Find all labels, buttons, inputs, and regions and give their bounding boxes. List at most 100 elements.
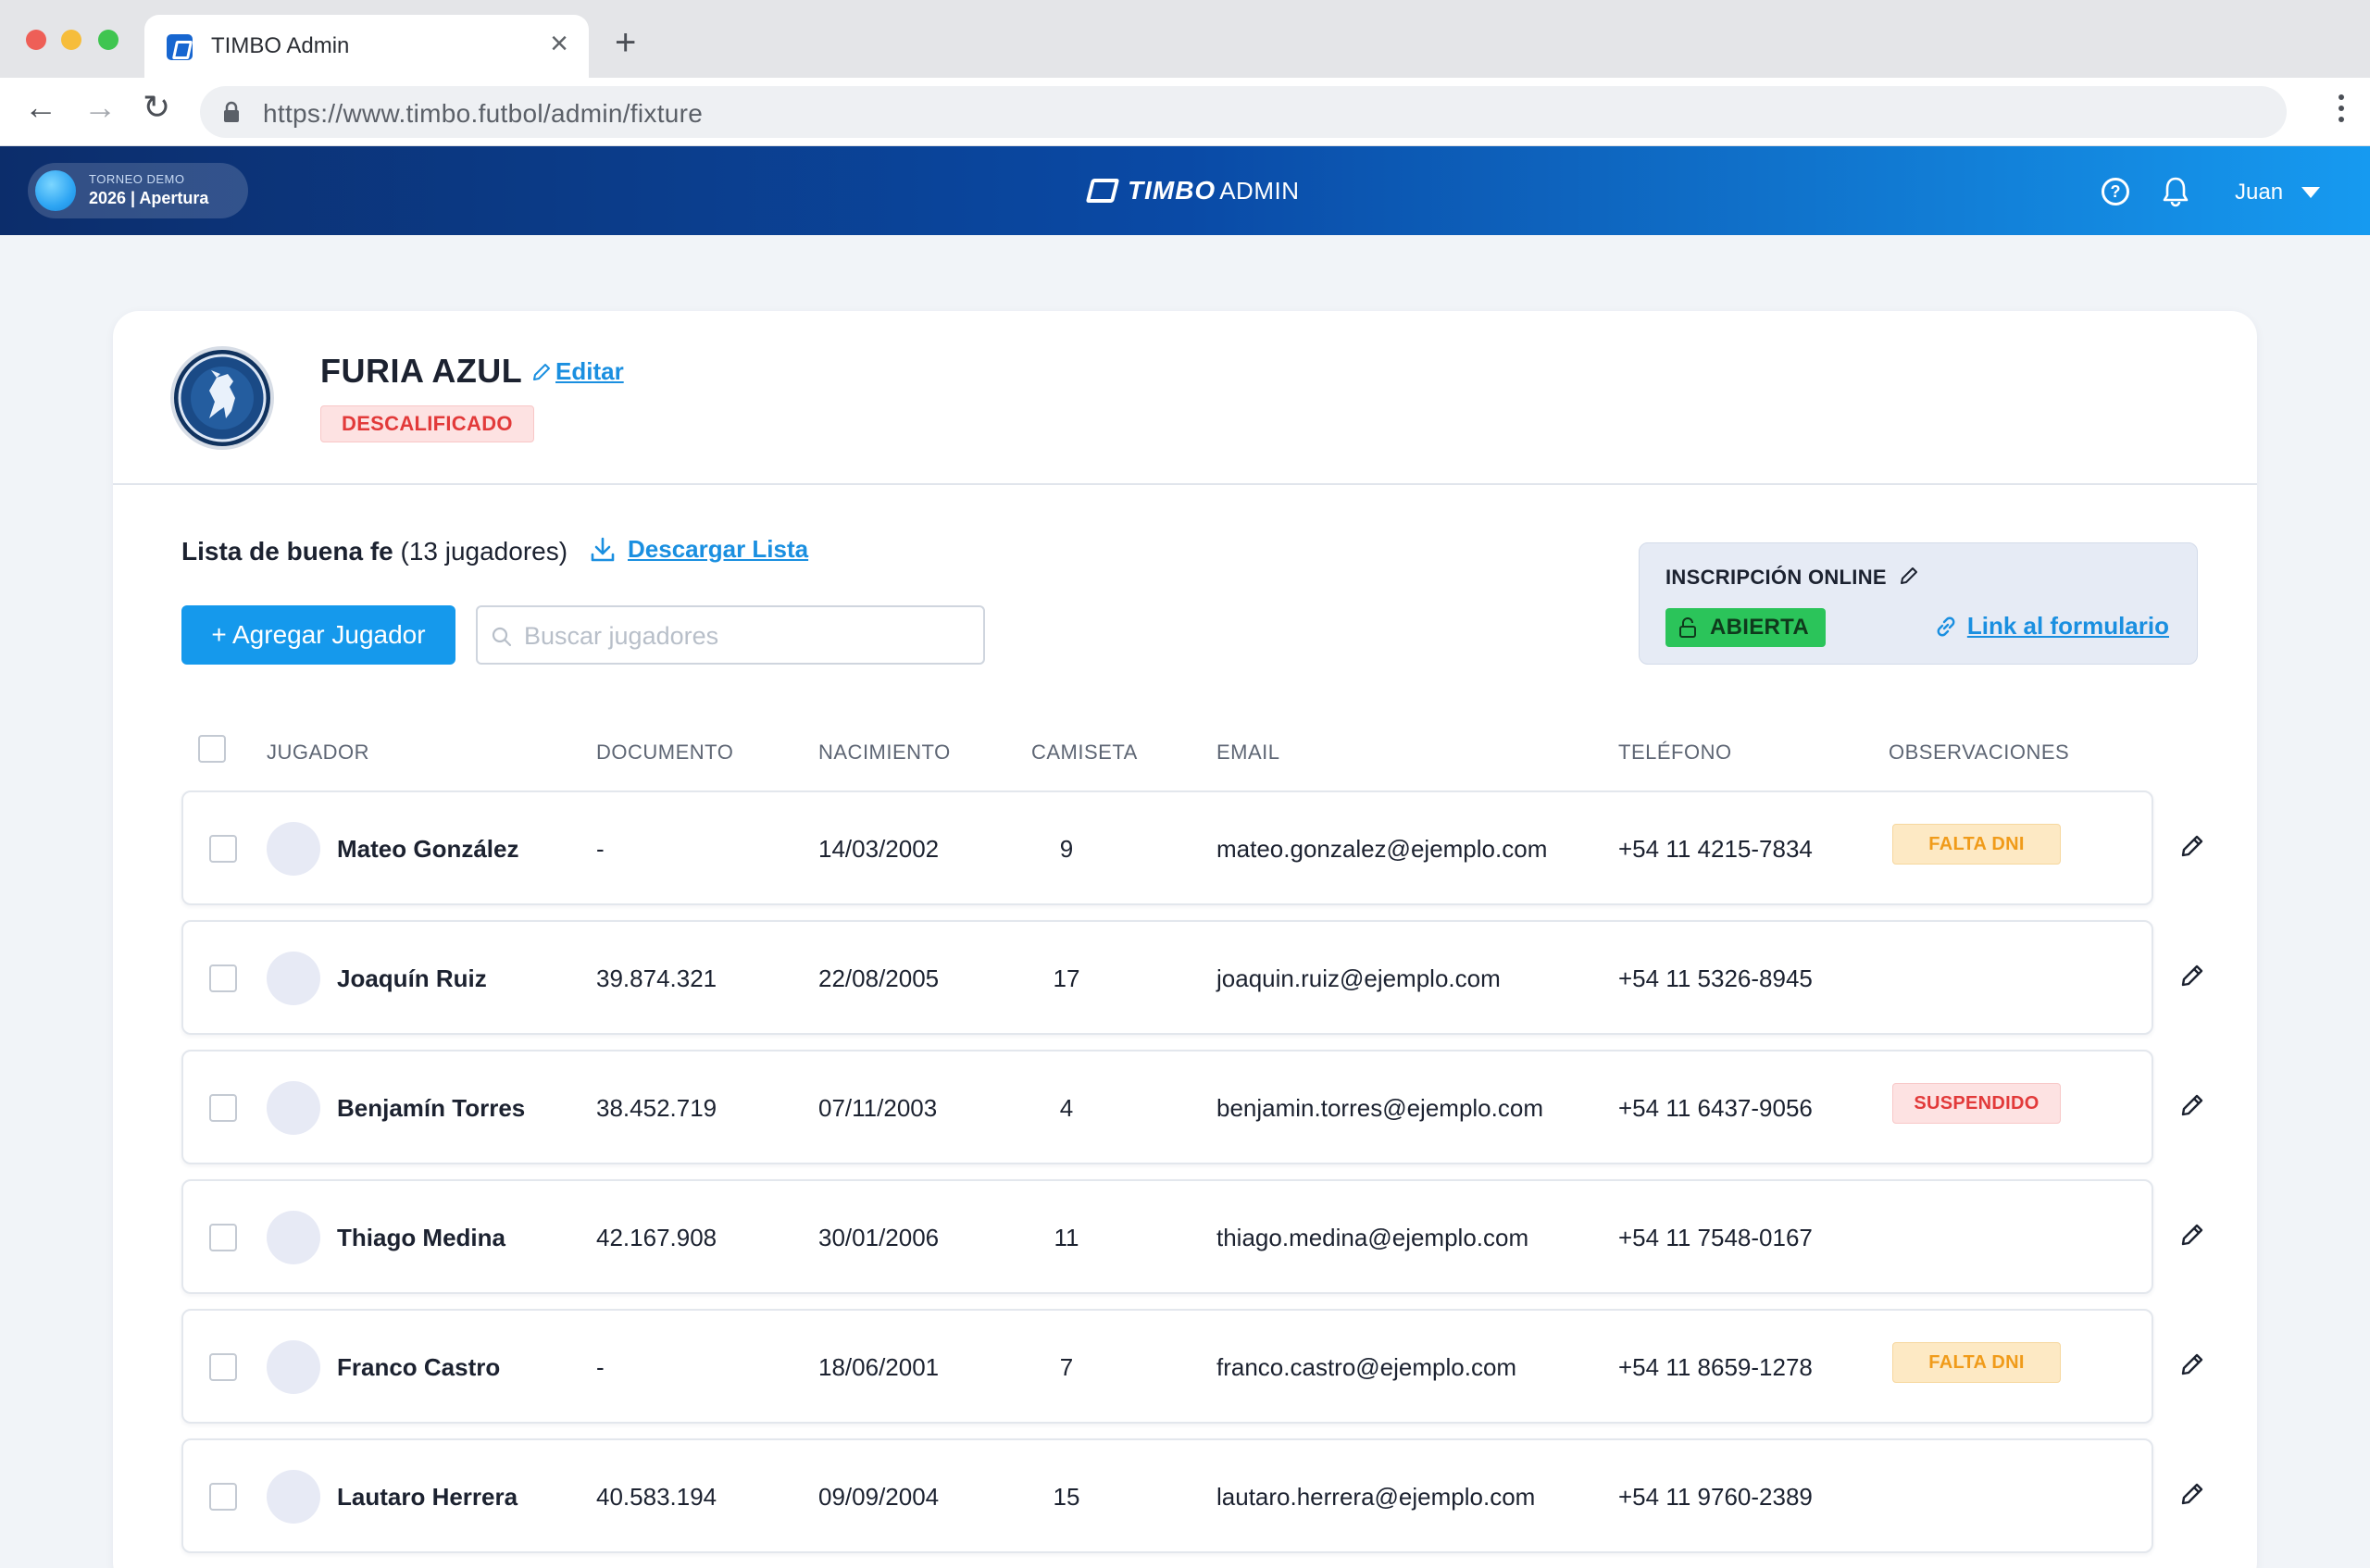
reload-icon[interactable]: ↻	[143, 91, 170, 124]
team-card: FURIA AZUL Editar DESCALIFICADO Lista de…	[113, 311, 2257, 1568]
browser-tab[interactable]: TIMBO Admin ×	[144, 15, 589, 78]
address-bar[interactable]: https://www.timbo.futbol/admin/fixture	[200, 86, 2287, 138]
unlock-icon	[1679, 617, 1696, 638]
link-icon	[1937, 616, 1955, 636]
edit-player-pencil-icon[interactable]	[2179, 1351, 2205, 1377]
table-row[interactable]: Lautaro Herrera 40.583.194 09/09/2004 15 lau…	[181, 1438, 2153, 1553]
player-document: 42.167.908	[596, 1224, 717, 1251]
player-phone: +54 11 5326-8945	[1618, 964, 1813, 992]
season-avatar	[35, 170, 76, 211]
back-arrow-icon[interactable]: ←	[24, 91, 57, 124]
select-all-checkbox[interactable]	[198, 735, 226, 763]
player-birthdate: 22/08/2005	[818, 964, 940, 992]
player-birthdate: 14/03/2002	[818, 835, 940, 863]
row-checkbox[interactable]	[209, 1483, 237, 1511]
season-label: 2026 | Apertura	[89, 189, 209, 207]
add-player-button[interactable]: + Agregar Jugador	[181, 605, 455, 665]
online-registration-panel: INSCRIPCIÓN ONLINE ABIERTA Link al formu…	[1639, 542, 2198, 665]
player-email: joaquin.ruiz@ejemplo.com	[1216, 964, 1501, 992]
bell-icon[interactable]	[2161, 176, 2190, 207]
edit-team-link[interactable]: Editar	[531, 357, 624, 386]
app-header: TORNEO DEMO 2026 | Apertura TIMBO ADMIN …	[0, 146, 2370, 235]
edit-player-pencil-icon[interactable]	[2179, 1481, 2205, 1507]
pencil-icon[interactable]	[1899, 566, 1919, 586]
player-email: lautaro.herrera@ejemplo.com	[1216, 1483, 1536, 1511]
avatar	[267, 1081, 320, 1135]
player-email: thiago.medina@ejemplo.com	[1216, 1224, 1529, 1251]
column-header[interactable]: JUGADOR	[267, 740, 369, 765]
browser-toolbar: ← → ↻ https://www.timbo.futbol/admin/fix…	[0, 78, 2370, 146]
column-header[interactable]: DOCUMENTO	[596, 740, 733, 765]
observation-badge: FALTA DNI	[1892, 1342, 2061, 1383]
tab-title: TIMBO Admin	[211, 33, 350, 58]
player-phone: +54 11 8659-1278	[1618, 1353, 1813, 1381]
edit-player-pencil-icon[interactable]	[2179, 833, 2205, 859]
row-checkbox[interactable]	[209, 835, 237, 863]
browser-tab-strip: TIMBO Admin × +	[0, 0, 2370, 78]
player-search[interactable]	[476, 605, 985, 665]
registration-status-badge: ABIERTA	[1665, 608, 1826, 647]
column-header[interactable]: TELÉFONO	[1618, 740, 1732, 765]
browser-menu-icon[interactable]	[2339, 94, 2346, 131]
season-selector[interactable]: TORNEO DEMO 2026 | Apertura	[28, 163, 248, 218]
player-phone: +54 11 4215-7834	[1618, 835, 1813, 863]
row-checkbox[interactable]	[209, 1094, 237, 1122]
chevron-down-icon[interactable]	[2301, 187, 2320, 198]
column-header[interactable]: EMAIL	[1216, 740, 1280, 765]
avatar	[267, 1340, 320, 1394]
brand-logo[interactable]: TIMBO ADMIN	[1085, 172, 1300, 209]
form-link[interactable]: Link al formulario	[1934, 612, 2169, 641]
help-icon[interactable]: ?	[2102, 178, 2129, 205]
player-birthdate: 07/11/2003	[818, 1094, 938, 1122]
timbo-favicon-icon	[167, 34, 193, 60]
column-header[interactable]: OBSERVACIONES	[1889, 740, 2069, 765]
new-tab-icon[interactable]: +	[615, 24, 636, 61]
player-shirt-number: 7	[1059, 1353, 1074, 1381]
edit-player-pencil-icon[interactable]	[2179, 1222, 2205, 1248]
table-row[interactable]: Mateo González - 14/03/2002 9 mateo.gonzalez…	[181, 790, 2153, 905]
table-row[interactable]: Joaquín Ruiz 39.874.321 22/08/2005 17 joaqui…	[181, 920, 2153, 1035]
player-shirt-number: 4	[1059, 1094, 1074, 1122]
table-row[interactable]: Benjamín Torres 38.452.719 07/11/2003 4 benj…	[181, 1050, 2153, 1164]
avatar	[267, 1211, 320, 1264]
avatar	[267, 1470, 320, 1524]
team-logo	[170, 346, 274, 450]
player-shirt-number: 11	[1054, 1224, 1079, 1251]
window-maximize-button[interactable]	[98, 30, 118, 50]
player-document: -	[596, 1353, 605, 1381]
row-checkbox[interactable]	[209, 964, 237, 992]
column-header[interactable]: CAMISETA	[1031, 740, 1138, 765]
player-shirt-number: 9	[1059, 835, 1074, 863]
player-shirt-number: 15	[1053, 1483, 1080, 1511]
player-name: Joaquín Ruiz	[337, 964, 487, 992]
player-name: Franco Castro	[337, 1353, 501, 1381]
search-icon	[492, 627, 512, 647]
window-close-button[interactable]	[26, 30, 46, 50]
table-row[interactable]: Franco Castro - 18/06/2001 7 franco.castro@e…	[181, 1309, 2153, 1424]
row-checkbox[interactable]	[209, 1353, 237, 1381]
row-checkbox[interactable]	[209, 1224, 237, 1251]
form-link-label: Link al formulario	[1966, 612, 2169, 640]
download-list-link[interactable]: Descargar Lista	[589, 535, 808, 564]
forward-arrow-icon[interactable]: →	[83, 91, 117, 124]
user-name[interactable]: Juan	[2235, 180, 2283, 205]
roster-count: (13 jugadores)	[400, 537, 568, 566]
edit-player-pencil-icon[interactable]	[2179, 1092, 2205, 1118]
window-minimize-button[interactable]	[61, 30, 81, 50]
table-row[interactable]: Thiago Medina 42.167.908 30/01/2006 11 thiag…	[181, 1179, 2153, 1294]
player-phone: +54 11 7548-0167	[1618, 1224, 1813, 1251]
edit-player-pencil-icon[interactable]	[2179, 963, 2205, 989]
registration-status-label: ABIERTA	[1710, 615, 1809, 640]
online-registration-title: INSCRIPCIÓN ONLINE	[1665, 566, 1887, 589]
player-email: mateo.gonzalez@ejemplo.com	[1216, 835, 1548, 863]
lock-icon	[224, 101, 239, 122]
team-status-badge: DESCALIFICADO	[320, 405, 534, 442]
observation-badge: SUSPENDIDO	[1892, 1083, 2061, 1124]
column-header[interactable]: NACIMIENTO	[818, 740, 951, 765]
player-birthdate: 09/09/2004	[818, 1483, 940, 1511]
tab-close-icon[interactable]: ×	[550, 28, 568, 59]
horse-crest-icon	[178, 354, 267, 442]
brand-name: TIMBO	[1128, 176, 1216, 205]
avatar	[267, 952, 320, 1005]
search-input[interactable]	[524, 618, 968, 653]
